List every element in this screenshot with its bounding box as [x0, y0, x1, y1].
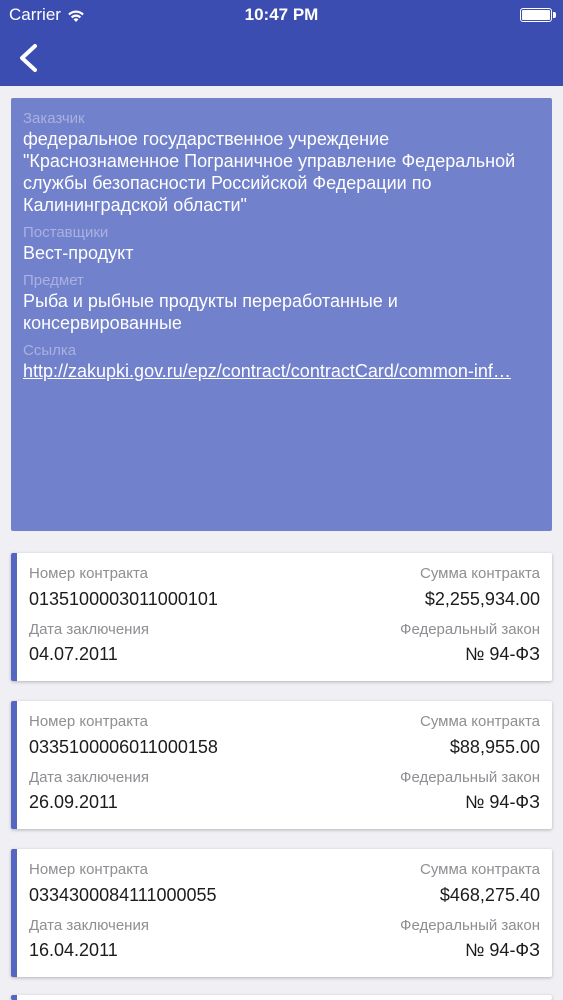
- customer-value: федеральное государственное учреждение "…: [23, 129, 516, 215]
- link-block: Ссылка http://zakupki.gov.ru/epz/contrac…: [23, 342, 540, 382]
- law-label: Федеральный закон: [400, 769, 540, 786]
- status-bar: Carrier 10:47 PM: [0, 0, 563, 30]
- suppliers-value: Вест-продукт: [23, 243, 134, 263]
- contract-number-value: 0135100003011000101: [29, 589, 218, 609]
- contract-number-value: 0335100006011000158: [29, 737, 218, 757]
- contract-info-card: Заказчик федеральное государственное учр…: [11, 98, 552, 531]
- contract-number-label: Номер контракта: [29, 713, 149, 730]
- customer-block: Заказчик федеральное государственное учр…: [23, 110, 540, 216]
- contract-sum-value: $468,275.40: [439, 885, 540, 905]
- contract-sum-value: $2,255,934.00: [424, 589, 540, 609]
- contract-card[interactable]: Номер контракта 0334300084111000055 Сумм…: [11, 849, 552, 977]
- contract-link[interactable]: http://zakupki.gov.ru/epz/contract/contr…: [23, 360, 540, 382]
- contract-number-label: Номер контракта: [29, 565, 149, 582]
- law-value: № 94-ФЗ: [465, 940, 540, 960]
- date-label: Дата заключения: [29, 621, 149, 638]
- subject-block: Предмет Рыба и рыбные продукты переработ…: [23, 272, 540, 334]
- contract-sum-label: Сумма контракта: [420, 565, 540, 582]
- contract-card[interactable]: Номер контракта 0135100003011000101 Сумм…: [11, 553, 552, 681]
- contract-sum-label: Сумма контракта: [420, 713, 540, 730]
- date-value: 16.04.2011: [29, 940, 118, 960]
- date-value: 26.09.2011: [29, 792, 118, 812]
- law-label: Федеральный закон: [400, 917, 540, 934]
- suppliers-label: Поставщики: [23, 224, 109, 241]
- battery-icon: [520, 8, 556, 22]
- back-button[interactable]: [12, 40, 44, 76]
- link-label: Ссылка: [23, 342, 77, 359]
- chevron-left-icon: [20, 44, 37, 72]
- law-value: № 94-ФЗ: [465, 644, 540, 664]
- contract-card[interactable]: Номер контракта 0335100006011000158 Сумм…: [11, 701, 552, 829]
- contract-number-value: 0334300084111000055: [29, 885, 217, 905]
- date-label: Дата заключения: [29, 769, 149, 786]
- law-value: № 94-ФЗ: [465, 792, 540, 812]
- subject-label: Предмет: [23, 272, 84, 289]
- law-label: Федеральный закон: [400, 621, 540, 638]
- subject-value: Рыба и рыбные продукты переработанные и …: [23, 291, 398, 333]
- nav-bar: Carrier 10:47 PM: [0, 0, 563, 86]
- contract-number-label: Номер контракта: [29, 861, 149, 878]
- suppliers-block: Поставщики Вест-продукт: [23, 224, 540, 264]
- status-time: 10:47 PM: [244, 5, 319, 24]
- date-label: Дата заключения: [29, 917, 149, 934]
- contract-sum-label: Сумма контракта: [420, 861, 540, 878]
- date-value: 04.07.2011: [29, 644, 118, 664]
- customer-label: Заказчик: [23, 110, 85, 127]
- contract-sum-value: $88,955.00: [449, 737, 540, 757]
- contract-card-partial[interactable]: [11, 995, 552, 1000]
